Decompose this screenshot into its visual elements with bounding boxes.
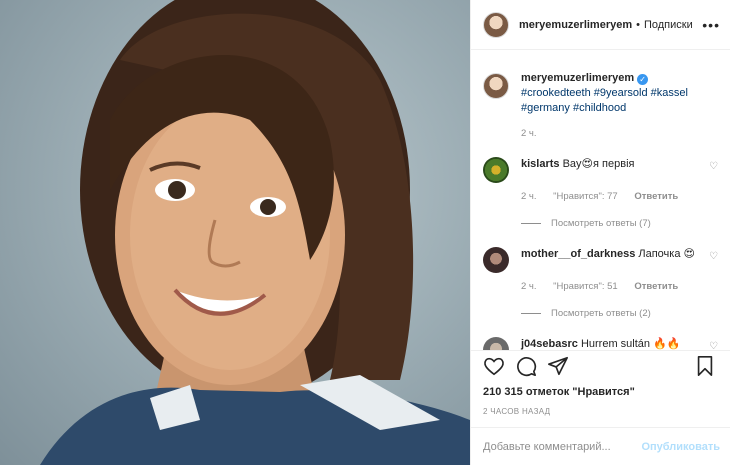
add-comment-bar: Опубликовать bbox=[471, 427, 730, 465]
comment: mother__of_darkness Лапочка 😍 ♡ bbox=[483, 247, 718, 273]
comment-username[interactable]: mother__of_darkness bbox=[521, 248, 635, 260]
divider bbox=[521, 223, 541, 224]
publish-button[interactable]: Опубликовать bbox=[641, 441, 720, 453]
comment-body: Лапочка 😍 bbox=[638, 248, 695, 260]
comment-icon[interactable] bbox=[515, 355, 539, 379]
more-options-icon[interactable]: ••• bbox=[702, 17, 720, 33]
post-photo[interactable] bbox=[0, 0, 470, 465]
share-icon[interactable] bbox=[547, 355, 571, 379]
like-comment-icon[interactable]: ♡ bbox=[709, 251, 718, 262]
hashtag[interactable]: #germany bbox=[521, 102, 570, 114]
avatar[interactable] bbox=[483, 337, 509, 350]
like-comment-icon[interactable]: ♡ bbox=[709, 161, 718, 172]
view-replies-label: Посмотреть ответы (7) bbox=[551, 218, 651, 229]
comments-list[interactable]: meryemuzerlimeryem ✓ #crookedteeth #9year… bbox=[471, 51, 730, 350]
heart-icon[interactable] bbox=[483, 355, 507, 379]
likes-count[interactable]: 210 315 отметок "Нравится" bbox=[483, 386, 635, 398]
comment-meta: 2 ч. "Нравится": 77 Ответить bbox=[521, 191, 718, 202]
timestamp: 2 ч. bbox=[521, 128, 537, 139]
view-replies-button[interactable]: Посмотреть ответы (7) bbox=[521, 218, 718, 229]
verified-icon: ✓ bbox=[637, 74, 649, 85]
separator-dot: • bbox=[636, 18, 640, 31]
caption-username[interactable]: meryemuzerlimeryem bbox=[521, 72, 634, 84]
post-side-panel: meryemuzerlimeryem • Подписки ••• meryem… bbox=[470, 0, 730, 465]
caption: meryemuzerlimeryem ✓ #crookedteeth #9year… bbox=[483, 51, 718, 116]
timestamp: 2 ч. bbox=[521, 191, 537, 202]
like-comment-icon[interactable]: ♡ bbox=[709, 341, 718, 350]
reply-button[interactable]: Ответить bbox=[634, 281, 678, 292]
follow-button[interactable]: Подписки bbox=[644, 19, 693, 31]
hashtag[interactable]: #kassel bbox=[651, 87, 688, 99]
view-replies-label: Посмотреть ответы (2) bbox=[551, 308, 651, 319]
action-bar bbox=[471, 350, 730, 382]
comment-body: Hurrem sultán 🔥🔥 bbox=[580, 338, 681, 350]
avatar[interactable] bbox=[483, 73, 509, 99]
comment-likes[interactable]: "Нравится": 77 bbox=[553, 191, 618, 202]
header-username[interactable]: meryemuzerlimeryem bbox=[519, 19, 632, 31]
divider bbox=[521, 313, 541, 314]
comment-body: Bay😍я первія bbox=[562, 158, 635, 170]
comment-meta: 2 ч. "Нравится": 51 Ответить bbox=[521, 281, 718, 292]
comment: j04sebasrc Hurrem sultán 🔥🔥 ♡ bbox=[483, 337, 718, 350]
post-time[interactable]: 2 ЧАСОВ НАЗАД bbox=[483, 407, 550, 416]
hashtag[interactable]: #childhood bbox=[573, 102, 626, 114]
avatar[interactable] bbox=[483, 11, 509, 38]
caption-time: 2 ч. bbox=[521, 128, 718, 139]
timestamp: 2 ч. bbox=[521, 281, 537, 292]
instagram-post: meryemuzerlimeryem • Подписки ••• meryem… bbox=[0, 0, 730, 465]
hashtag[interactable]: #crookedteeth bbox=[521, 87, 591, 99]
bookmark-icon[interactable] bbox=[694, 355, 718, 379]
caption-text: meryemuzerlimeryem ✓ #crookedteeth #9year… bbox=[521, 71, 688, 116]
reply-button[interactable]: Ответить bbox=[634, 191, 678, 202]
comment-input[interactable] bbox=[483, 440, 642, 453]
comment-username[interactable]: kislarts bbox=[521, 158, 560, 170]
comment: kislarts Bay😍я первія ♡ bbox=[483, 157, 718, 183]
comment-text: kislarts Bay😍я первія bbox=[521, 157, 709, 172]
avatar[interactable] bbox=[483, 247, 509, 273]
comment-likes[interactable]: "Нравится": 51 bbox=[553, 281, 618, 292]
post-header: meryemuzerlimeryem • Подписки ••• bbox=[471, 0, 730, 50]
view-replies-button[interactable]: Посмотреть ответы (2) bbox=[521, 308, 718, 319]
comment-username[interactable]: j04sebasrc bbox=[521, 338, 578, 350]
comment-text: mother__of_darkness Лапочка 😍 bbox=[521, 247, 709, 262]
avatar[interactable] bbox=[483, 157, 509, 183]
hashtag[interactable]: #9yearsold bbox=[594, 87, 648, 99]
portrait-image bbox=[40, 0, 470, 465]
comment-text: j04sebasrc Hurrem sultán 🔥🔥 bbox=[521, 337, 709, 350]
